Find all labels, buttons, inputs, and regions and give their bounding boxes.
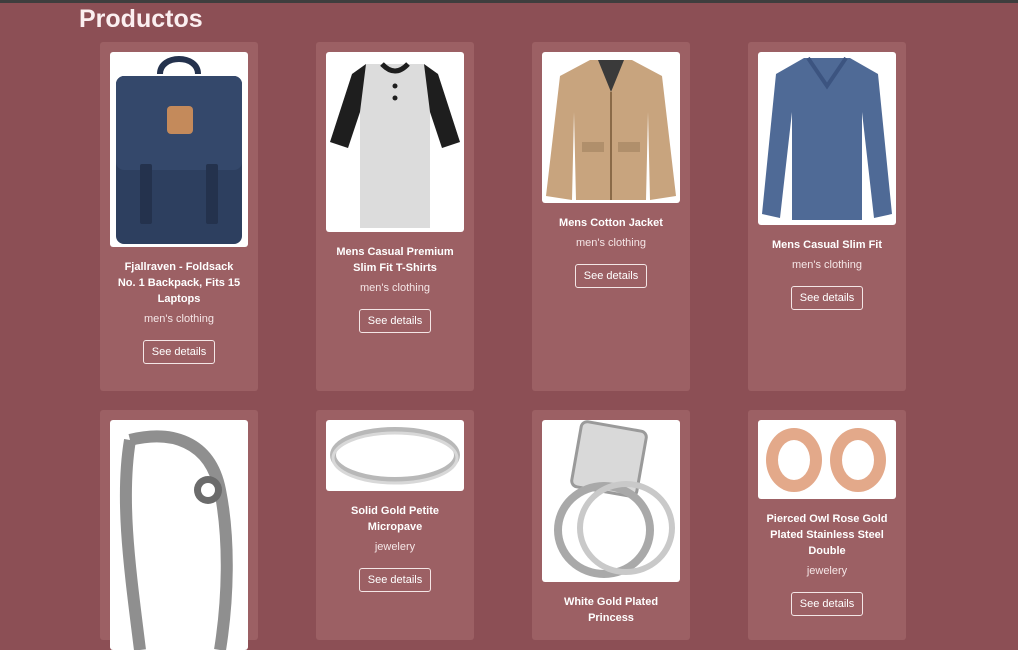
product-image[interactable] xyxy=(326,420,464,491)
backpack-icon xyxy=(116,56,242,244)
product-card: Mens Cotton Jacket men's clothing See de… xyxy=(532,42,690,391)
see-details-button[interactable]: See details xyxy=(142,340,216,364)
engagement-ring-icon xyxy=(554,420,675,578)
bracelet-icon xyxy=(119,430,233,650)
product-card: White Gold Plated Princess xyxy=(532,410,690,640)
product-image[interactable] xyxy=(326,52,464,232)
product-image[interactable] xyxy=(542,420,680,582)
page-title: Productos xyxy=(79,5,203,33)
product-card: Solid Gold Petite Micropave jewelery See… xyxy=(316,410,474,640)
product-card: Mens Casual Slim Fit men's clothing See … xyxy=(748,42,906,391)
see-details-button[interactable]: See details xyxy=(358,309,432,333)
tunnel-plugs-icon xyxy=(766,428,886,492)
product-image[interactable] xyxy=(542,52,680,203)
product-category: jewelery xyxy=(806,565,848,577)
product-title: Solid Gold Petite Micropave xyxy=(350,505,439,533)
product-category: jewelery xyxy=(374,541,416,553)
product-category: men's clothing xyxy=(576,237,646,249)
product-title: Pierced Owl Rose Gold Plated Stainless S… xyxy=(766,513,888,557)
see-details-button[interactable]: See details xyxy=(790,286,864,310)
product-title: Mens Casual Slim Fit xyxy=(771,239,883,251)
product-title: White Gold Plated Princess xyxy=(563,596,659,624)
ring-icon xyxy=(330,427,460,485)
product-title: Fjallraven - Foldsack No. 1 Backpack, Fi… xyxy=(117,261,241,305)
product-category: men's clothing xyxy=(792,259,862,271)
product-card: Mens Casual Premium Slim Fit T-Shirts me… xyxy=(316,42,474,391)
product-card: Fjallraven - Foldsack No. 1 Backpack, Fi… xyxy=(100,42,258,391)
product-card: Pierced Owl Rose Gold Plated Stainless S… xyxy=(748,410,906,640)
raglan-tshirt-icon xyxy=(330,62,460,228)
jacket-icon xyxy=(546,60,676,200)
long-sleeve-shirt-icon xyxy=(762,56,892,220)
top-bar xyxy=(0,0,1018,3)
product-title: Mens Cotton Jacket xyxy=(559,217,663,229)
see-details-button[interactable]: See details xyxy=(358,568,432,592)
product-image[interactable] xyxy=(110,420,248,650)
product-title: Mens Casual Premium Slim Fit T-Shirts xyxy=(336,246,454,274)
product-category: men's clothing xyxy=(144,313,214,325)
see-details-button[interactable]: See details xyxy=(790,592,864,616)
product-image[interactable] xyxy=(758,52,896,225)
see-details-button[interactable]: See details xyxy=(574,264,648,288)
product-image[interactable] xyxy=(110,52,248,247)
product-image[interactable] xyxy=(758,420,896,499)
product-card xyxy=(100,410,258,650)
product-category: men's clothing xyxy=(360,282,430,294)
